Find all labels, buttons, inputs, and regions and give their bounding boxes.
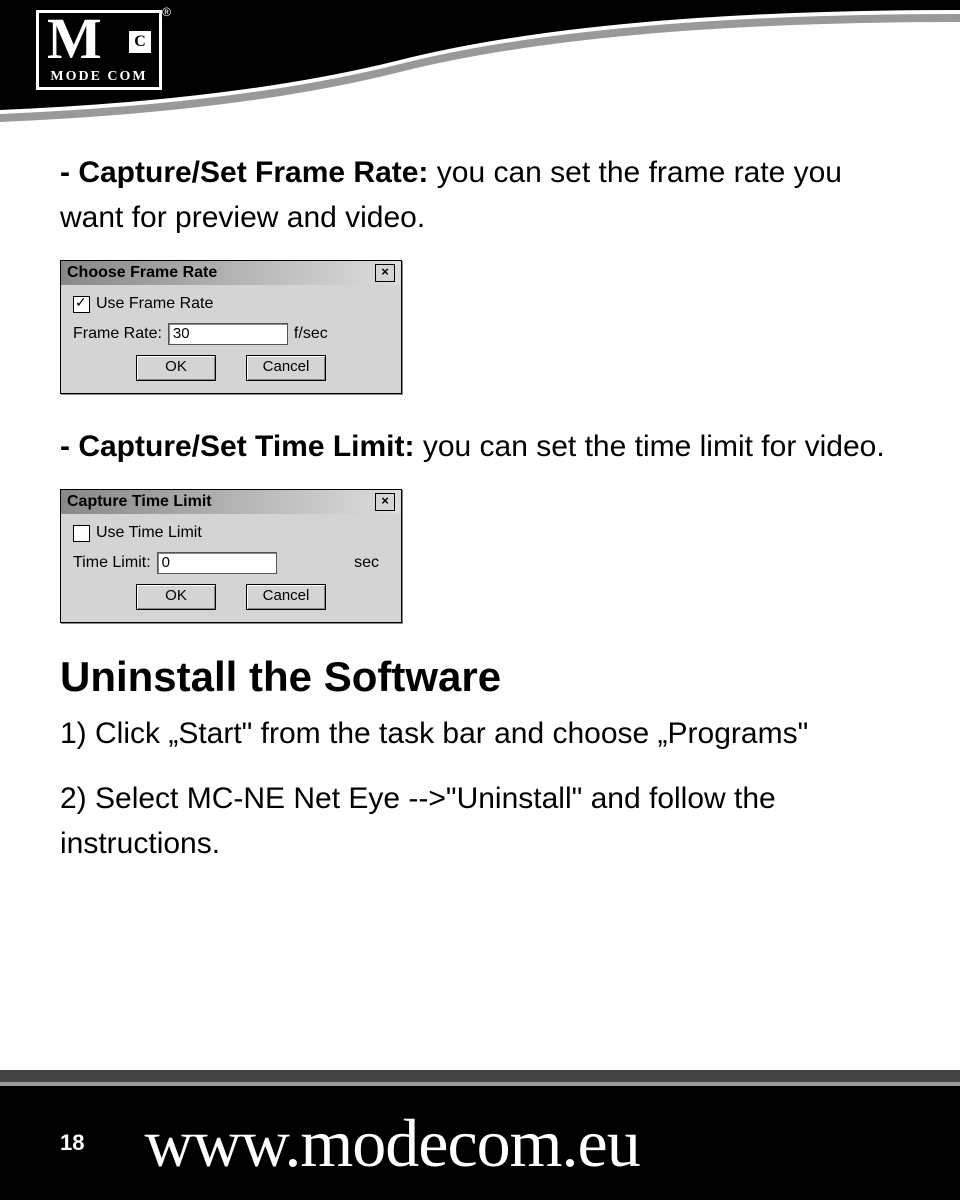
ok-button[interactable]: OK (136, 584, 216, 610)
time-limit-desc: you can set the time limit for video. (415, 430, 885, 463)
logo-letter-c: C (129, 31, 151, 53)
choose-frame-rate-dialog: Choose Frame Rate × Use Frame Rate Frame… (60, 260, 402, 394)
section-frame-rate: - Capture/Set Frame Rate: you can set th… (60, 150, 900, 240)
footer-stripe (0, 1070, 960, 1082)
ok-button[interactable]: OK (136, 355, 216, 381)
use-frame-rate-checkbox[interactable] (73, 296, 90, 313)
uninstall-step-1: 1) Click „Start" from the task bar and c… (60, 711, 900, 756)
use-time-limit-label: Use Time Limit (96, 524, 202, 542)
close-icon[interactable]: × (375, 493, 395, 511)
uninstall-step-2: 2) Select MC-NE Net Eye -->"Uninstall" a… (60, 776, 900, 866)
dialog-titlebar: Choose Frame Rate × (61, 261, 401, 285)
frame-rate-input[interactable]: 30 (168, 323, 288, 345)
time-limit-unit: sec (354, 554, 379, 572)
logo-brand-text: MODE COM (39, 69, 159, 85)
section-time-limit: - Capture/Set Time Limit: you can set th… (60, 424, 900, 469)
frame-rate-unit: f/sec (294, 325, 328, 343)
frame-rate-label: - Capture/Set Frame Rate: (60, 156, 428, 189)
use-time-limit-checkbox[interactable] (73, 525, 90, 542)
dialog-titlebar: Capture Time Limit × (61, 490, 401, 514)
page-number: 18 (60, 1130, 84, 1156)
brand-logo: M C ® MODE COM (36, 10, 166, 100)
trademark-symbol: ® (162, 5, 171, 19)
close-icon[interactable]: × (375, 264, 395, 282)
use-frame-rate-label: Use Frame Rate (96, 295, 213, 313)
cancel-button[interactable]: Cancel (246, 584, 326, 610)
cancel-button[interactable]: Cancel (246, 355, 326, 381)
time-limit-label: - Capture/Set Time Limit: (60, 430, 415, 463)
footer-url: www.modecom.eu (144, 1104, 639, 1183)
time-limit-field-label: Time Limit: (73, 554, 151, 572)
frame-rate-field-label: Frame Rate: (73, 325, 162, 343)
uninstall-heading: Uninstall the Software (60, 653, 900, 701)
dialog-title-text: Capture Time Limit (67, 493, 212, 511)
logo-letter-m: M (47, 5, 96, 72)
capture-time-limit-dialog: Capture Time Limit × Use Time Limit Time… (60, 489, 402, 623)
dialog-title-text: Choose Frame Rate (67, 264, 217, 282)
page-footer: 18 www.modecom.eu (0, 1070, 960, 1200)
time-limit-input[interactable]: 0 (157, 552, 277, 574)
